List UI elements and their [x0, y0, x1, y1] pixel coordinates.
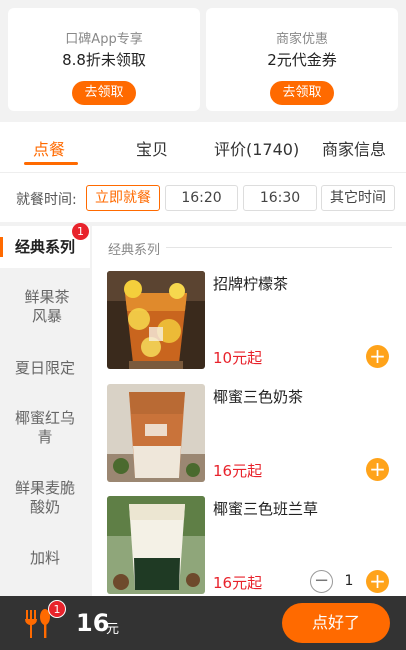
time-option-1630[interactable]: 16:30 — [243, 185, 317, 211]
section-divider — [166, 247, 392, 248]
category-item-coconut-oolong[interactable]: 椰蜜红乌青 — [14, 409, 76, 447]
product-card[interactable]: 椰蜜三色奶茶 16元起 + — [92, 384, 406, 484]
tab-order[interactable]: 点餐 — [33, 136, 65, 160]
dining-time-label: 就餐时间: — [16, 192, 77, 208]
category-item-toppings[interactable]: 加料 — [0, 549, 90, 568]
tab-bar: 点餐 宝贝 评价(1740) 商家信息 — [0, 122, 406, 172]
coupon-card-app-exclusive: 口碑App专享 8.8折未领取 去领取 — [8, 8, 200, 111]
category-count-badge: 1 — [72, 223, 89, 240]
add-to-cart-button[interactable]: + — [366, 458, 389, 481]
product-price: 10元起 — [213, 349, 263, 367]
product-name: 椰蜜三色奶茶 — [213, 388, 304, 406]
tab-reviews[interactable]: 评价(1740) — [214, 136, 299, 160]
category-sidebar: 经典系列 鲜果茶风暴 夏日限定 椰蜜红乌青 鲜果麦脆酸奶 加料 — [0, 226, 90, 596]
checkout-button[interactable]: 点好了 — [282, 603, 390, 643]
coupon-title: 商家优惠 — [275, 32, 328, 47]
remove-from-cart-button[interactable]: − — [310, 570, 333, 593]
coupon-value: 8.8折未领取 — [62, 51, 146, 69]
product-quantity: 1 — [344, 573, 354, 589]
product-price: 16元起 — [213, 574, 263, 592]
category-item-summer-limited[interactable]: 夏日限定 — [0, 359, 90, 378]
add-to-cart-button[interactable]: + — [366, 570, 389, 593]
product-name: 椰蜜三色班兰草 — [213, 500, 319, 518]
active-category-indicator — [0, 237, 3, 257]
add-to-cart-button[interactable]: + — [366, 345, 389, 368]
product-price: 16元起 — [213, 462, 263, 480]
product-image-lemon-tea[interactable] — [107, 271, 205, 369]
product-name: 招牌柠檬茶 — [213, 275, 289, 293]
product-image-milk-tea[interactable] — [107, 384, 205, 482]
product-card[interactable]: 椰蜜三色班兰草 16元起 − 1 + — [92, 496, 406, 596]
category-item-fruit-tea[interactable]: 鲜果茶风暴 — [18, 288, 76, 326]
cart-bar: 1 16 元 点好了 — [0, 596, 406, 650]
cart-total-amount: 16 — [76, 609, 110, 637]
plus-icon: + — [369, 569, 386, 593]
dining-time-bar: 就餐时间: 立即就餐 16:20 16:30 其它时间 — [0, 172, 406, 222]
fork-spoon-icon[interactable] — [22, 608, 52, 640]
category-item-yogurt[interactable]: 鲜果麦脆酸奶 — [14, 479, 76, 517]
coupon-card-merchant: 商家优惠 2元代金券 去领取 — [206, 8, 398, 111]
minus-icon: − — [313, 570, 330, 591]
time-option-now[interactable]: 立即就餐 — [86, 185, 160, 211]
product-list: 经典系列 招牌柠檬茶 10元起 + 椰蜜三色奶茶 16元起 + 椰蜜三色班兰草 … — [92, 226, 406, 596]
cart-total-unit: 元 — [106, 622, 120, 637]
coupon-area: 口碑App专享 8.8折未领取 去领取 商家优惠 2元代金券 去领取 — [0, 0, 406, 122]
active-tab-indicator — [24, 162, 78, 165]
claim-coupon-button[interactable]: 去领取 — [270, 81, 334, 105]
coupon-title: 口碑App专享 — [65, 32, 143, 47]
coupon-value: 2元代金券 — [267, 51, 337, 69]
product-card[interactable]: 招牌柠檬茶 10元起 + — [92, 271, 406, 371]
category-label: 经典系列 — [14, 238, 75, 256]
time-option-1620[interactable]: 16:20 — [165, 185, 238, 211]
time-option-other[interactable]: 其它时间 — [321, 185, 395, 211]
plus-icon: + — [369, 344, 386, 368]
tab-merchant-info[interactable]: 商家信息 — [322, 136, 386, 160]
plus-icon: + — [369, 457, 386, 481]
section-title: 经典系列 — [108, 243, 161, 258]
cart-count-badge: 1 — [48, 600, 66, 618]
product-image-pandan[interactable] — [107, 496, 205, 594]
tab-products[interactable]: 宝贝 — [136, 136, 168, 160]
claim-coupon-button[interactable]: 去领取 — [72, 81, 136, 105]
